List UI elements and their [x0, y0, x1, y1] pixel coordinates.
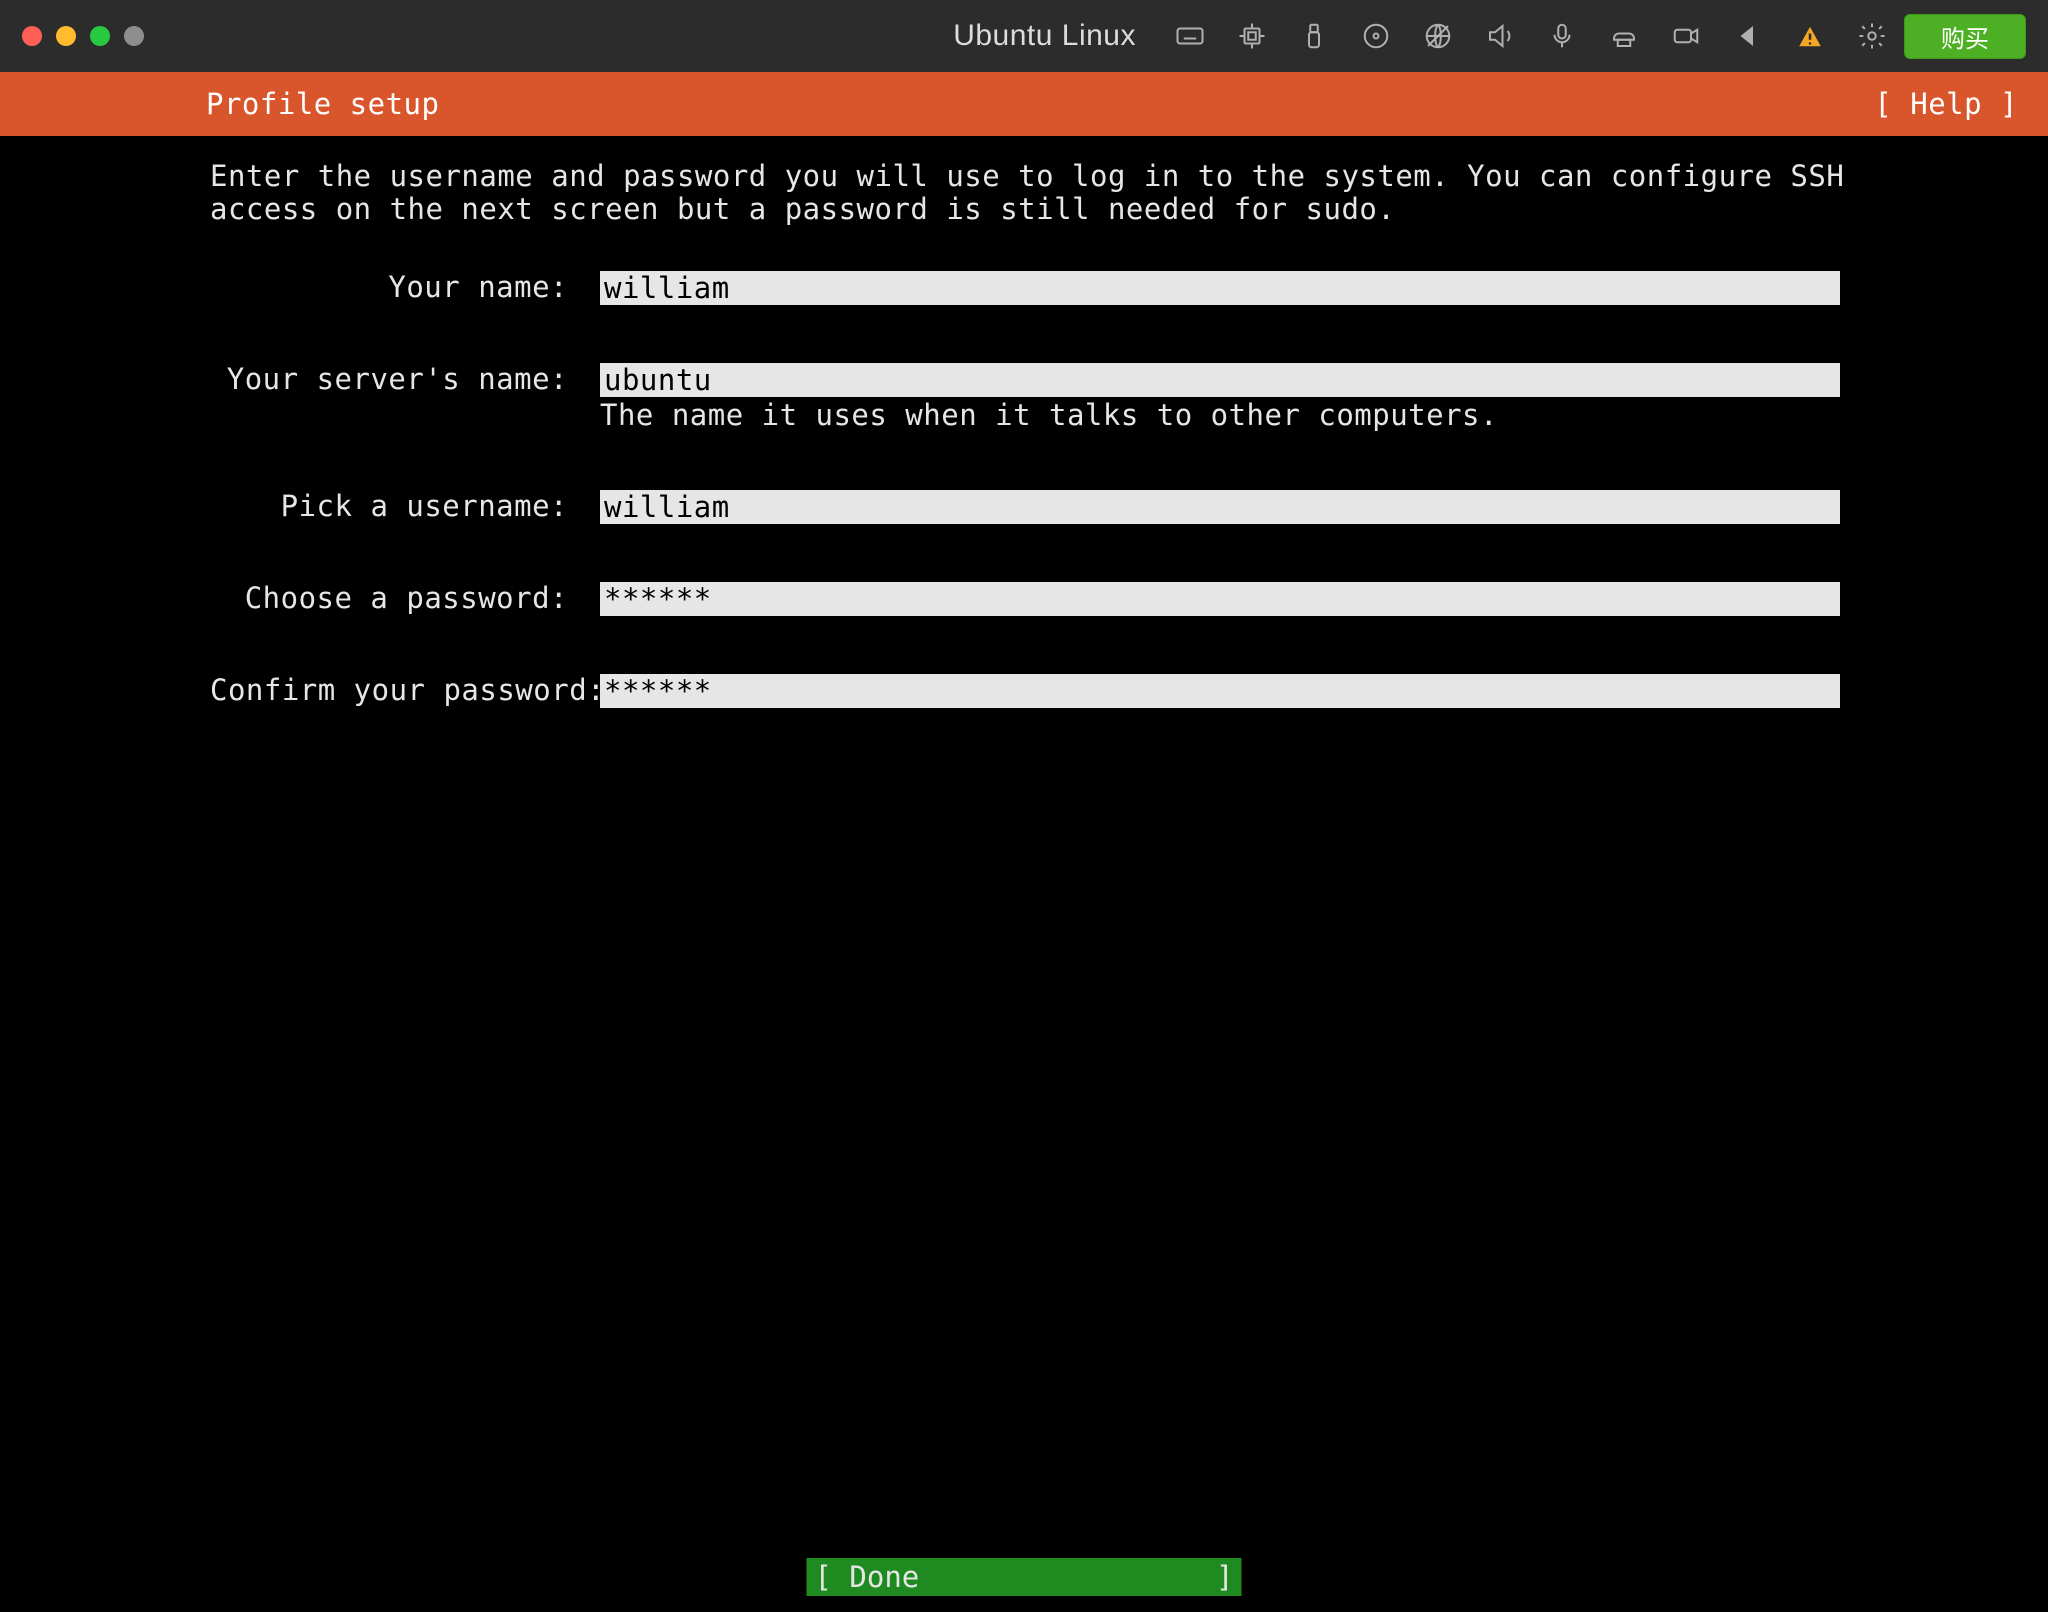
keyboard-icon[interactable]	[1172, 18, 1208, 54]
label-your-name: Your name:	[210, 271, 600, 304]
row-server-name: Your server's name: ubuntu The name it u…	[210, 363, 2018, 432]
warning-icon[interactable]	[1792, 18, 1828, 54]
label-username: Pick a username:	[210, 490, 600, 523]
cpu-icon[interactable]	[1234, 18, 1270, 54]
row-your-name: Your name: william	[210, 271, 2018, 305]
intro-text: Enter the username and password you will…	[210, 160, 1910, 227]
window-minimize-button[interactable]	[56, 26, 76, 46]
buy-button[interactable]: 购买	[1904, 14, 2026, 59]
sound-icon[interactable]	[1482, 18, 1518, 54]
usb-icon[interactable]	[1296, 18, 1332, 54]
window-close-button[interactable]	[22, 26, 42, 46]
input-username[interactable]: william	[600, 490, 1840, 524]
input-server-name[interactable]: ubuntu	[600, 363, 1840, 397]
done-button[interactable]: [ Done ]	[806, 1558, 1241, 1596]
input-your-name[interactable]: william	[600, 271, 1840, 305]
page-title: Profile setup	[206, 87, 439, 121]
back-icon[interactable]	[1730, 18, 1766, 54]
help-link[interactable]: [ Help ]	[1874, 87, 2018, 121]
window-zoom-button[interactable]	[90, 26, 110, 46]
installer-screen: Profile setup [ Help ] Enter the usernam…	[0, 72, 2048, 1612]
label-confirm-password: Confirm your password:	[210, 674, 600, 707]
camera-icon[interactable]	[1668, 18, 1704, 54]
vm-window-titlebar: Ubuntu Linux	[0, 0, 2048, 72]
row-password: Choose a password: ******	[210, 582, 2018, 616]
printer-icon[interactable]	[1606, 18, 1642, 54]
vm-name-label: Ubuntu Linux	[953, 19, 1136, 53]
disc-icon[interactable]	[1358, 18, 1394, 54]
input-password[interactable]: ******	[600, 582, 1840, 616]
input-confirm-password[interactable]: ******	[600, 674, 1840, 708]
window-extra-button[interactable]	[124, 26, 144, 46]
window-controls	[22, 26, 144, 46]
toolbar-icons	[1172, 18, 1890, 54]
network-icon[interactable]	[1420, 18, 1456, 54]
hint-server-name: The name it uses when it talks to other …	[600, 399, 1840, 432]
row-username: Pick a username: william	[210, 490, 2018, 524]
label-password: Choose a password:	[210, 582, 600, 615]
profile-form: Your name: william Your server's name: u…	[210, 271, 2018, 708]
row-confirm-password: Confirm your password: ******	[210, 674, 2018, 708]
microphone-icon[interactable]	[1544, 18, 1580, 54]
installer-header: Profile setup [ Help ]	[0, 72, 2048, 136]
label-server-name: Your server's name:	[210, 363, 600, 396]
settings-icon[interactable]	[1854, 18, 1890, 54]
